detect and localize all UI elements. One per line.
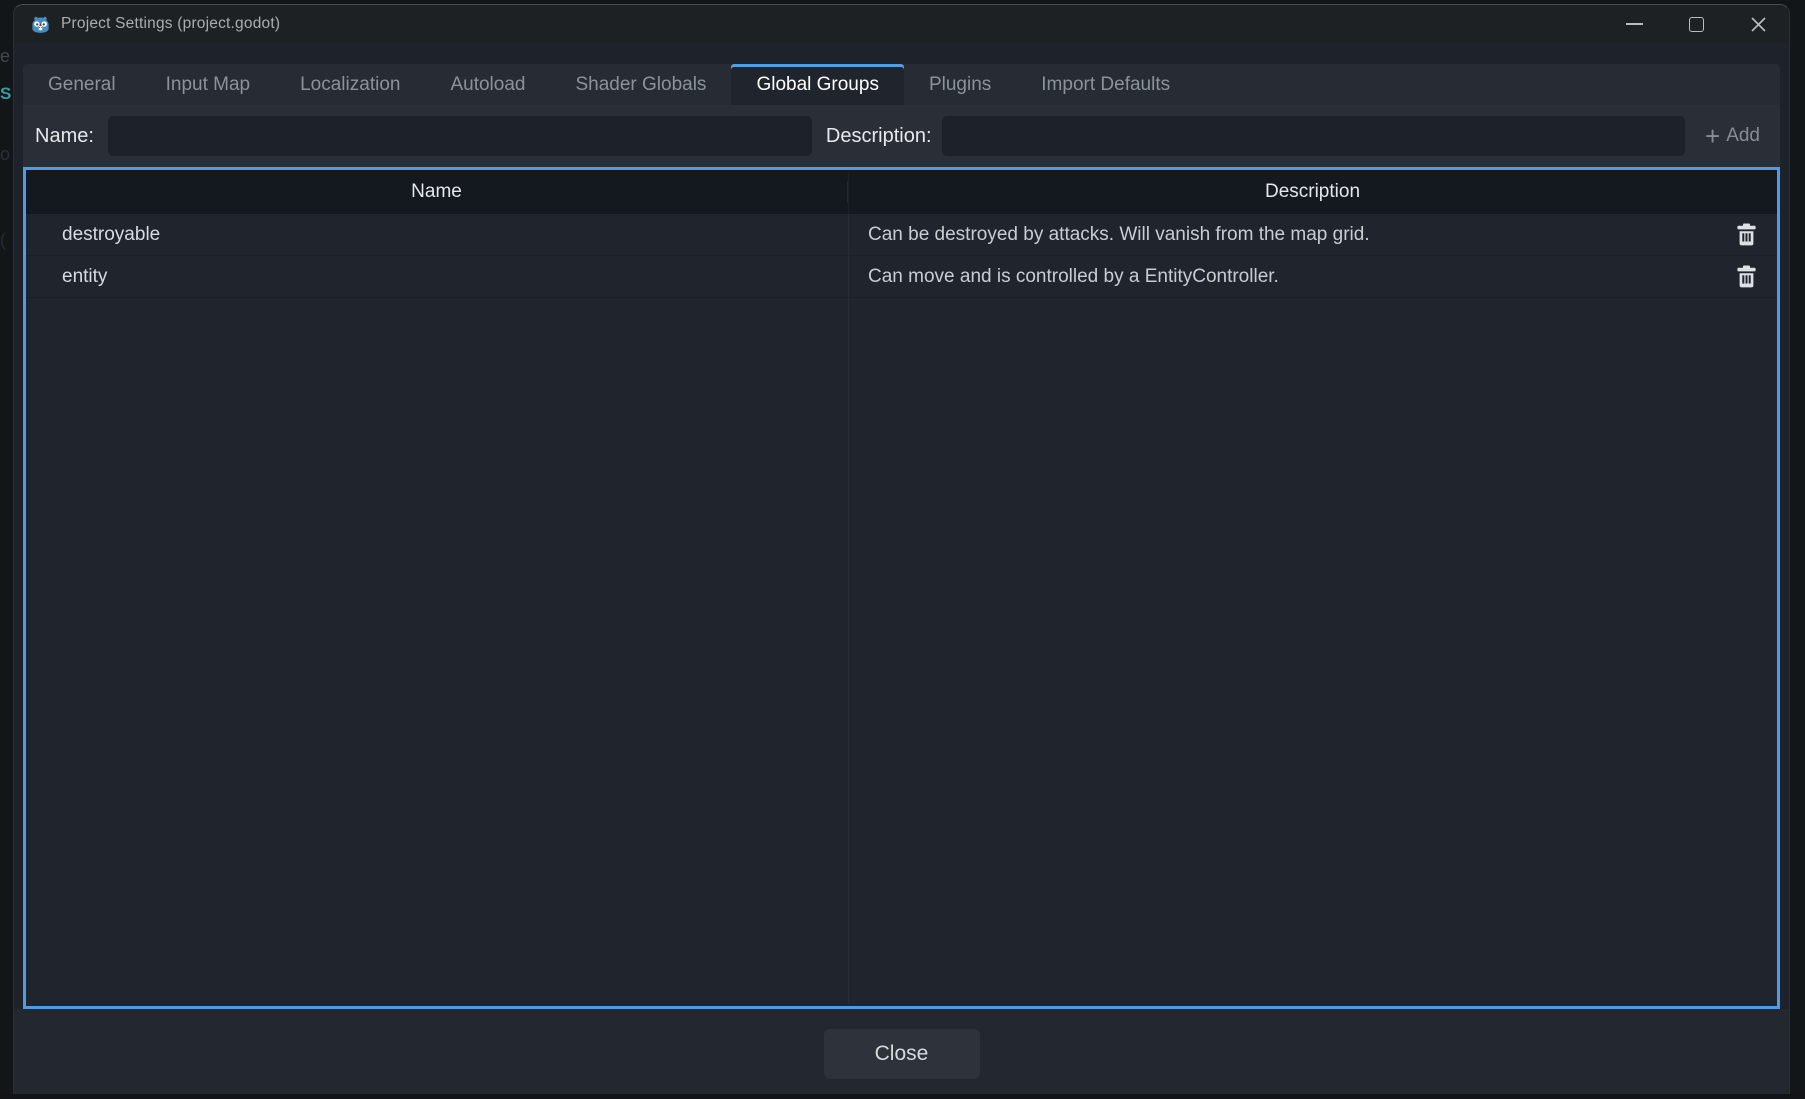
tab-localization[interactable]: Localization	[275, 64, 425, 105]
description-input[interactable]	[942, 116, 1685, 156]
add-group-button[interactable]: + Add	[1699, 123, 1766, 149]
backdrop-glyph: e	[0, 46, 14, 67]
tab-input-map[interactable]: Input Map	[141, 64, 276, 105]
minimize-icon	[1626, 23, 1643, 25]
group-name-cell: entity	[26, 266, 848, 288]
dialog-body: General Input Map Localization Autoload …	[14, 43, 1789, 1099]
group-description-cell: Can be destroyed by attacks. Will vanish…	[848, 222, 1777, 248]
tab-import-defaults[interactable]: Import Defaults	[1016, 64, 1195, 105]
backdrop-glyph: S	[0, 84, 14, 104]
group-name-cell: destroyable	[26, 224, 848, 246]
column-header-name: Name	[26, 181, 848, 203]
tab-autoload[interactable]: Autoload	[425, 64, 550, 105]
group-description-text: Can be destroyed by attacks. Will vanish…	[868, 224, 1370, 246]
plus-icon: +	[1705, 123, 1720, 149]
godot-logo-icon	[30, 14, 51, 35]
titlebar[interactable]: Project Settings (project.godot)	[14, 5, 1789, 43]
backdrop-glyph: o	[0, 144, 14, 165]
close-icon	[1750, 16, 1767, 33]
window-controls	[1603, 5, 1789, 43]
description-label: Description:	[826, 125, 932, 148]
column-header-description: Description	[848, 181, 1777, 203]
trash-icon	[1736, 223, 1757, 246]
group-description-text: Can move and is controlled by a EntityCo…	[868, 266, 1279, 288]
tab-general[interactable]: General	[23, 64, 141, 105]
trash-icon	[1736, 265, 1757, 288]
minimize-button[interactable]	[1603, 5, 1665, 43]
name-input[interactable]	[108, 116, 812, 156]
dialog-footer: Close	[14, 1009, 1789, 1099]
global-groups-table: Name Description destroyable Can be dest…	[23, 167, 1780, 1009]
settings-tab-bar: General Input Map Localization Autoload …	[23, 64, 1780, 105]
close-dialog-button[interactable]: Close	[824, 1029, 980, 1079]
delete-group-button[interactable]	[1733, 222, 1759, 248]
maximize-button[interactable]	[1665, 5, 1727, 43]
screen-bottom-edge	[0, 1094, 1805, 1099]
spacer	[23, 43, 1780, 64]
column-divider	[848, 172, 849, 1004]
tab-shader-globals[interactable]: Shader Globals	[550, 64, 731, 105]
close-window-button[interactable]	[1727, 5, 1789, 43]
table-row[interactable]: destroyable Can be destroyed by attacks.…	[26, 214, 1777, 256]
project-settings-window: Project Settings (project.godot) General…	[13, 4, 1790, 1099]
delete-group-button[interactable]	[1733, 264, 1759, 290]
tab-global-groups[interactable]: Global Groups	[731, 64, 904, 105]
add-button-label: Add	[1726, 125, 1760, 147]
tab-plugins[interactable]: Plugins	[904, 64, 1016, 105]
backdrop-glyph: (	[0, 230, 14, 251]
table-row[interactable]: entity Can move and is controlled by a E…	[26, 256, 1777, 298]
group-description-cell: Can move and is controlled by a EntityCo…	[848, 264, 1777, 290]
group-entry-row: Name: Description: + Add	[23, 105, 1780, 167]
table-header-row: Name Description	[26, 170, 1777, 214]
window-title: Project Settings (project.godot)	[61, 15, 280, 33]
name-label: Name:	[35, 125, 94, 148]
table-empty-area	[26, 298, 1777, 1006]
maximize-icon	[1689, 17, 1704, 32]
